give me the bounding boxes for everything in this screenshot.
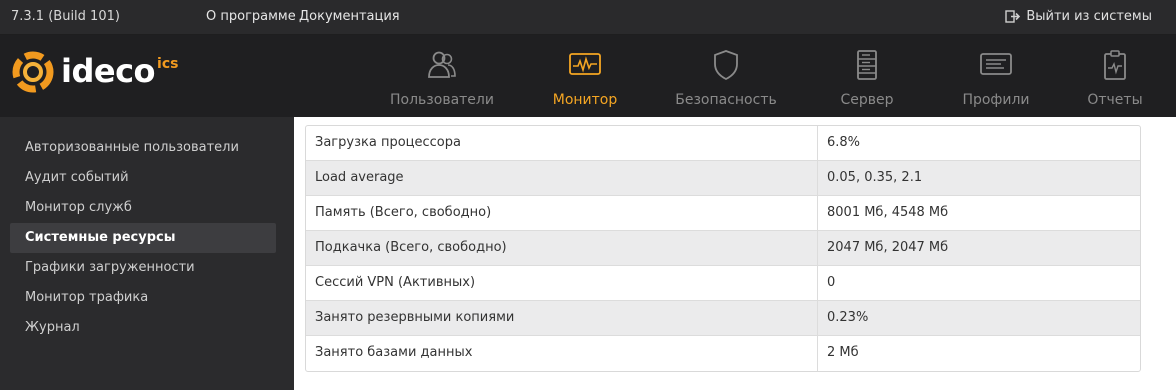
row-key: Загрузка процессора — [306, 126, 818, 160]
ideco-logo[interactable]: ideco ics — [11, 50, 178, 94]
version-label: 7.3.1 (Build 101) — [11, 9, 120, 24]
ideco-logo-icon — [12, 51, 54, 93]
profile-card-icon — [980, 53, 1012, 75]
row-key: Занято базами данных — [306, 336, 818, 371]
tab-reports[interactable]: Отчеты — [1062, 35, 1168, 117]
row-key: Занято резервными копиями — [306, 301, 818, 335]
server-icon — [857, 50, 877, 80]
tab-server[interactable]: Сервер — [804, 35, 930, 117]
users-icon — [428, 51, 456, 78]
table-row: Память (Всего, свободно) 8001 Мб, 4548 М… — [306, 196, 1140, 231]
sidebar-item-authorized-users[interactable]: Авторизованные пользователи — [10, 133, 276, 163]
sidebar-item-system-resources[interactable]: Системные ресурсы — [10, 223, 276, 253]
row-key: Память (Всего, свободно) — [306, 196, 818, 230]
sidebar: Авторизованные пользователи Аудит событи… — [0, 117, 294, 390]
monitor-icon — [569, 53, 601, 75]
row-value: 2 Мб — [827, 345, 859, 360]
row-value: 0.23% — [827, 310, 869, 325]
row-key: Подкачка (Всего, свободно) — [306, 231, 818, 265]
sidebar-item-load-graphs[interactable]: Графики загруженности — [10, 253, 276, 283]
table-row: Занято базами данных 2 Мб — [306, 336, 1140, 371]
tab-profiles-label: Профили — [962, 92, 1030, 108]
tab-users-label: Пользователи — [390, 92, 494, 108]
row-value: 0 — [827, 275, 836, 290]
table-row: Сессий VPN (Активных) 0 — [306, 266, 1140, 301]
main-content: Загрузка процессора 6.8% Load average 0.… — [294, 117, 1176, 390]
logo-text: ideco — [61, 52, 156, 90]
table-row: Load average 0.05, 0.35, 2.1 — [306, 161, 1140, 196]
logout-icon — [1005, 10, 1021, 23]
tab-monitor-label: Монитор — [552, 92, 618, 108]
row-key: Load average — [306, 161, 818, 195]
row-value: 2047 Мб, 2047 Мб — [827, 240, 949, 255]
row-value: 0.05, 0.35, 2.1 — [827, 170, 923, 185]
tab-security[interactable]: Безопасность — [648, 35, 804, 117]
tab-reports-label: Отчеты — [1087, 92, 1143, 108]
system-resources-table: Загрузка процессора 6.8% Load average 0.… — [305, 125, 1141, 372]
table-row: Загрузка процессора 6.8% — [306, 126, 1140, 161]
tab-monitor[interactable]: Монитор — [522, 35, 648, 117]
logo-superscript: ics — [157, 56, 179, 72]
row-key: Сессий VPN (Активных) — [306, 266, 818, 300]
sidebar-item-service-monitor[interactable]: Монитор служб — [10, 193, 276, 223]
about-link[interactable]: О программе — [206, 9, 296, 24]
logout-button[interactable]: Выйти из системы — [1005, 9, 1152, 24]
table-row: Занято резервными копиями 0.23% — [306, 301, 1140, 336]
sidebar-item-log[interactable]: Журнал — [10, 313, 276, 343]
tab-security-label: Безопасность — [675, 92, 777, 108]
main-nav: Пользователи Монитор Безопасность Сервер… — [362, 35, 1168, 117]
sidebar-item-traffic-monitor[interactable]: Монитор трафика — [10, 283, 276, 313]
documentation-link[interactable]: Документация — [299, 9, 400, 24]
tab-server-label: Сервер — [840, 92, 894, 108]
row-value: 6.8% — [827, 135, 861, 150]
sidebar-item-event-audit[interactable]: Аудит событий — [10, 163, 276, 193]
logout-label: Выйти из системы — [1026, 9, 1152, 24]
main-header: ideco ics Пользователи Монитор Безопасно… — [0, 35, 1176, 117]
tab-users[interactable]: Пользователи — [362, 35, 522, 117]
report-clipboard-icon — [1104, 50, 1126, 80]
tab-profiles[interactable]: Профили — [930, 35, 1062, 117]
row-value: 8001 Мб, 4548 Мб — [827, 205, 949, 220]
table-row: Подкачка (Всего, свободно) 2047 Мб, 2047… — [306, 231, 1140, 266]
shield-icon — [714, 50, 738, 81]
top-bar: 7.3.1 (Build 101) О программе Документац… — [0, 0, 1176, 35]
